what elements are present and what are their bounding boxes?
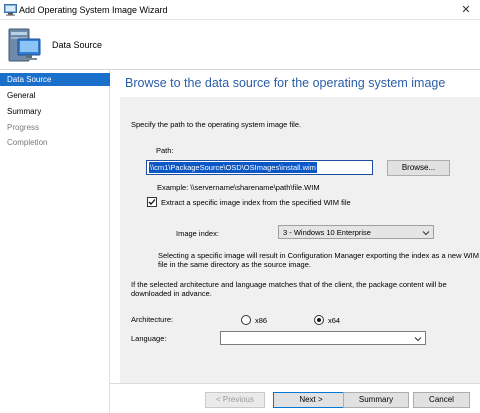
language-select[interactable]	[220, 331, 426, 345]
extract-index-label[interactable]: Extract a specific image index from the …	[161, 198, 351, 207]
language-label: Language:	[131, 334, 167, 343]
sidebar-item-data-source[interactable]: Data Source	[0, 73, 110, 86]
data-source-panel: Specify the path to the operating system…	[120, 97, 480, 383]
instruction-text: Specify the path to the operating system…	[131, 120, 302, 129]
architecture-note-line1: If the selected architecture and languag…	[131, 280, 447, 289]
summary-button[interactable]: Summary	[343, 392, 409, 408]
architecture-x64-radio[interactable]	[314, 315, 324, 325]
footer-divider	[110, 383, 480, 384]
page-title: Browse to the data source for the operat…	[125, 76, 446, 90]
checkmark-icon	[148, 199, 156, 205]
path-input[interactable]: \\cm1\PackageSource\OSD\OSImages\install…	[146, 160, 373, 175]
selecting-note-line1: Selecting a specific image will result i…	[158, 251, 479, 260]
path-value: \\cm1\PackageSource\OSD\OSImages\install…	[149, 162, 317, 173]
architecture-x86-label[interactable]: x86	[255, 316, 267, 325]
wizard-app-icon	[4, 4, 17, 16]
computer-icon	[6, 25, 42, 65]
window-title: Add Operating System Image Wizard	[19, 5, 168, 15]
path-label: Path:	[156, 146, 174, 155]
chevron-down-icon	[414, 337, 422, 342]
architecture-note-line2: downloaded in advance.	[131, 289, 212, 298]
sidebar-item-summary[interactable]: Summary	[0, 105, 110, 118]
chevron-down-icon	[422, 231, 430, 236]
title-bar: Add Operating System Image Wizard ✕	[0, 0, 480, 20]
cancel-button[interactable]: Cancel	[413, 392, 470, 408]
previous-button[interactable]: < Previous	[205, 392, 265, 408]
sidebar-item-completion: Completion	[7, 138, 48, 147]
image-index-select[interactable]: 3 - Windows 10 Enterprise	[278, 225, 434, 239]
selecting-note-line2: file in the same directory as the source…	[158, 260, 311, 269]
wizard-content: Browse to the data source for the operat…	[110, 70, 480, 413]
header-title: Data Source	[52, 40, 103, 50]
extract-index-checkbox[interactable]	[147, 197, 157, 207]
architecture-x64-label[interactable]: x64	[328, 316, 340, 325]
browse-button[interactable]: Browse...	[387, 160, 450, 176]
example-text: Example: \\servername\sharename\path\fil…	[157, 183, 320, 192]
sidebar-item-general[interactable]: General	[0, 89, 110, 102]
wizard-sidebar: Data Source General Summary Progress Com…	[0, 70, 110, 413]
close-icon[interactable]: ✕	[455, 1, 477, 19]
image-index-label: Image index:	[176, 229, 219, 238]
architecture-label: Architecture:	[131, 315, 174, 324]
next-button[interactable]: Next >	[273, 392, 349, 408]
wizard-header: Data Source	[0, 20, 480, 70]
architecture-x86-radio[interactable]	[241, 315, 251, 325]
radio-selected-dot	[317, 318, 321, 322]
sidebar-item-progress: Progress	[7, 123, 40, 132]
image-index-value: 3 - Windows 10 Enterprise	[283, 228, 371, 237]
